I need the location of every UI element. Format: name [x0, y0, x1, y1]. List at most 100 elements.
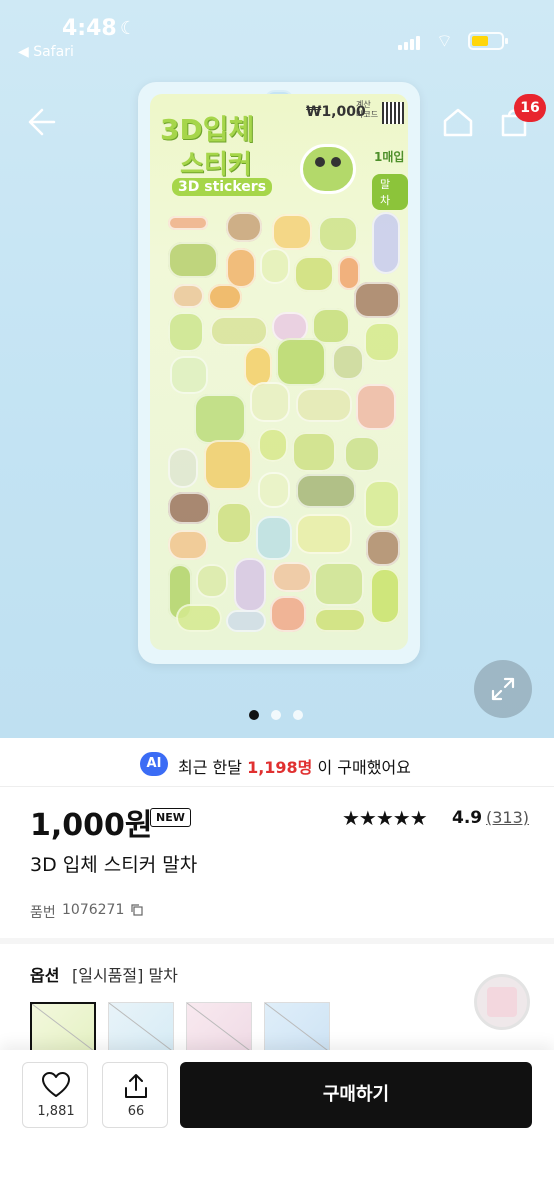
product-price: 1,000원	[30, 808, 153, 843]
floating-thumbnail-button[interactable]	[474, 974, 530, 1030]
sticker	[276, 338, 326, 386]
pack-count: 1매입	[374, 150, 405, 164]
sticker	[210, 316, 268, 346]
sticker	[318, 216, 358, 252]
sku-value: 1076271	[62, 902, 125, 918]
signal-icon	[398, 34, 424, 50]
sticker	[226, 248, 256, 288]
carousel-dot[interactable]	[249, 710, 259, 720]
sticker	[168, 216, 208, 230]
moon-icon: ☾	[120, 18, 137, 39]
section-separator	[0, 938, 554, 944]
carousel-dot[interactable]	[271, 710, 281, 720]
sold-out-slash	[109, 1003, 173, 1052]
share-button[interactable]: 66	[102, 1062, 168, 1128]
review-count-link[interactable]: (313)	[486, 808, 529, 827]
share-icon	[125, 1074, 147, 1098]
sticker	[296, 514, 352, 554]
new-badge: NEW	[150, 808, 191, 827]
wifi-icon: ⌔	[436, 31, 453, 52]
status-bar: 4:48 ☾ ◀ Safari ⌔	[0, 0, 554, 70]
sticker	[314, 608, 366, 632]
sticker-grid	[168, 212, 400, 632]
sticker	[370, 568, 400, 624]
pack-subtitle: 스티커	[180, 150, 252, 180]
sticker	[296, 474, 356, 508]
sticker	[356, 384, 396, 430]
sticker	[256, 516, 292, 560]
sticker-sheet: 3D입체 스티커 3D stickers ₩1,000 계산 바코드 1매입 말…	[150, 94, 408, 650]
sticker	[194, 394, 246, 444]
buy-button[interactable]: 구매하기	[180, 1062, 532, 1128]
sticker	[344, 436, 380, 472]
sticker	[168, 242, 218, 278]
pack-english-title: 3D stickers	[172, 178, 273, 196]
product-image-carousel[interactable]: 4:48 ☾ ◀ Safari ⌔ 16 3D입체 스티커 3D sticker…	[0, 0, 554, 738]
buyers-prefix: 최근 한달	[178, 758, 248, 777]
sticker	[250, 382, 290, 422]
sticker	[168, 448, 198, 488]
barcode-icon	[382, 102, 404, 124]
share-count: 66	[127, 1104, 145, 1119]
option-thumb[interactable]	[186, 1002, 252, 1052]
sticker	[258, 428, 288, 462]
pack-flavor: 말 차	[372, 174, 408, 210]
sticker	[272, 562, 312, 592]
recent-buyers-text: 최근 한달 1,198명 이 구매했어요	[178, 754, 411, 778]
sticker	[196, 564, 228, 598]
ai-badge: AI	[140, 752, 168, 776]
product-title: 3D 입체 스티커 말차	[30, 854, 198, 876]
back-arrow-icon[interactable]	[22, 104, 58, 140]
heart-icon	[42, 1072, 70, 1097]
divider	[0, 786, 554, 787]
pack-title: 3D입체	[160, 113, 255, 146]
sku-label: 품번	[30, 905, 56, 921]
sticker	[168, 530, 208, 560]
product-photo: 3D입체 스티커 3D stickers ₩1,000 계산 바코드 1매입 말…	[138, 82, 420, 664]
rating-value: 4.9	[452, 808, 483, 828]
sold-out-slash	[265, 1003, 329, 1052]
sticker	[176, 604, 222, 632]
sticker	[208, 284, 242, 310]
sticker	[296, 388, 352, 422]
sticker	[168, 492, 210, 524]
rating-stars: ★★★★★	[342, 806, 428, 830]
sticker	[226, 212, 262, 242]
sticker	[226, 610, 266, 632]
sticker	[314, 562, 364, 606]
fullscreen-button[interactable]	[474, 660, 532, 718]
option-thumb[interactable]	[108, 1002, 174, 1052]
home-icon[interactable]	[440, 104, 476, 140]
sticker	[234, 558, 266, 612]
sticker	[364, 480, 400, 528]
carousel-pagination	[249, 710, 309, 720]
sticker	[372, 212, 400, 274]
sticker	[168, 312, 204, 352]
option-label: 옵션	[30, 966, 60, 985]
buyers-count: 1,198명	[247, 758, 313, 777]
sticker	[364, 322, 400, 362]
pack-code-label: 계산 바코드	[356, 100, 379, 119]
sold-out-slash	[32, 1004, 94, 1052]
battery-icon	[468, 32, 508, 50]
sticker	[332, 344, 364, 380]
sticker	[170, 356, 208, 394]
sticker	[172, 284, 204, 308]
option-thumb[interactable]	[264, 1002, 330, 1052]
sticker	[338, 256, 360, 290]
copy-icon[interactable]	[130, 903, 144, 917]
like-count: 1,881	[37, 1104, 75, 1119]
carousel-dot[interactable]	[293, 710, 303, 720]
buyers-suffix: 이 구매했어요	[312, 758, 411, 777]
sticker	[354, 282, 400, 318]
sticker	[204, 440, 252, 490]
option-thumb-selected[interactable]	[30, 1002, 96, 1052]
sticker	[294, 256, 334, 292]
cart-count-badge: 16	[514, 94, 546, 122]
sticker	[272, 214, 312, 250]
option-selected-value: [일시품절] 말차	[72, 966, 178, 985]
back-to-safari-link[interactable]: ◀ Safari	[18, 44, 74, 60]
sticker	[366, 530, 400, 566]
sticker	[292, 432, 336, 472]
like-button[interactable]: 1,881	[22, 1062, 88, 1128]
